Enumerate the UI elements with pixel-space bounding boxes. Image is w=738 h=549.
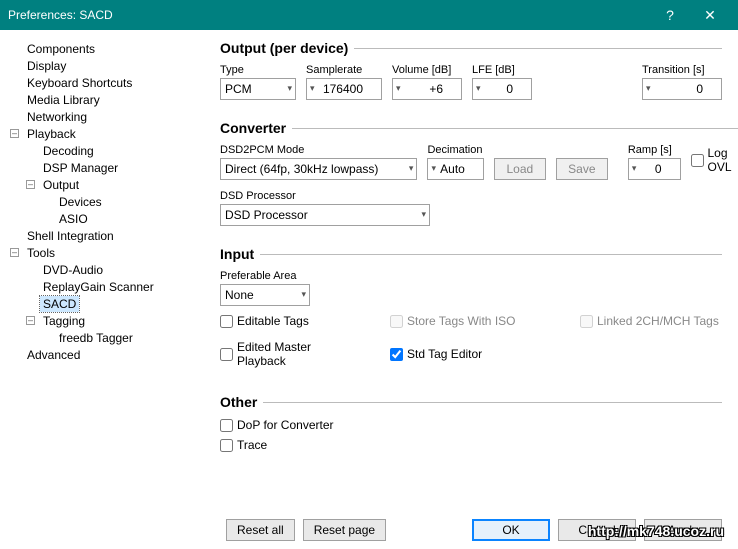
window-title: Preferences: SACD [8,8,650,22]
linked-tags-checkbox: Linked 2CH/MCH Tags [580,314,719,328]
store-iso-checkbox: Store Tags With ISO [390,314,540,328]
reset-page-button[interactable]: Reset page [303,519,386,541]
tree-devices[interactable]: Devices [10,193,204,210]
close-button[interactable]: ✕ [690,0,730,30]
tree-shell[interactable]: Shell Integration [10,227,204,244]
volume-input[interactable]: ▾+6 [392,78,462,100]
type-label: Type [220,64,296,76]
tree-sacd[interactable]: SACD [10,295,204,312]
dsd2pcm-mode-select[interactable]: Direct (64fp, 30kHz lowpass)▾ [220,158,417,180]
output-section: Output (per device) Type PCM▾ Samplerate… [220,40,722,106]
dop-checkbox[interactable]: DoP for Converter [220,418,722,432]
dsd-processor-label: DSD Processor [220,190,430,202]
samplerate-label: Samplerate [306,64,382,76]
settings-panel: Output (per device) Type PCM▾ Samplerate… [210,30,738,549]
section-title: Output (per device) [220,40,354,56]
titlebar: Preferences: SACD ? ✕ [0,0,738,30]
dsd-processor-select[interactable]: DSD Processor▾ [220,204,430,226]
help-button[interactable]: ? [650,0,690,30]
transition-label: Transition [s] [642,64,722,76]
chevron-down-icon: ▾ [646,83,651,94]
converter-section: Converter DSD2PCM Mode Direct (64fp, 30k… [220,120,738,232]
tree-dvda[interactable]: DVD-Audio [10,261,204,278]
collapse-icon[interactable]: – [10,129,19,138]
lfe-input[interactable]: ▾0 [472,78,532,100]
tree-display[interactable]: Display [10,57,204,74]
preferable-area-select[interactable]: None▾ [220,284,310,306]
samplerate-select[interactable]: ▾176400 [306,78,382,100]
save-button: Save [556,158,608,180]
tree-asio[interactable]: ASIO [10,210,204,227]
ramp-input[interactable]: ▾0 [628,158,681,180]
tree-output[interactable]: –Output [10,176,204,193]
tree-networking[interactable]: Networking [10,108,204,125]
log-ovl-checkbox[interactable]: Log OVL [691,146,738,174]
section-title: Input [220,246,260,262]
volume-label: Volume [dB] [392,64,462,76]
lfe-label: LFE [dB] [472,64,532,76]
section-title: Converter [220,120,292,136]
tree-tools[interactable]: –Tools [10,244,204,261]
tree-advanced[interactable]: Advanced [10,346,204,363]
ramp-label: Ramp [s] [628,144,681,156]
preferences-tree: Components Display Keyboard Shortcuts Me… [0,30,210,549]
collapse-icon[interactable]: – [26,180,35,189]
area-label: Preferable Area [220,270,310,282]
tree-rgs[interactable]: ReplayGain Scanner [10,278,204,295]
reset-all-button[interactable]: Reset all [226,519,295,541]
trace-checkbox[interactable]: Trace [220,438,722,452]
ok-button[interactable]: OK [472,519,550,541]
chevron-down-icon: ▾ [287,83,292,94]
collapse-icon[interactable]: – [26,316,35,325]
decimation-input: ▾Auto [427,158,483,180]
collapse-icon[interactable]: – [10,248,19,257]
chevron-down-icon: ▾ [632,163,637,174]
chevron-down-icon: ▾ [431,163,436,174]
std-tag-editor-checkbox[interactable]: Std Tag Editor [390,340,482,368]
apply-button[interactable]: Apply [644,519,722,541]
tree-playback[interactable]: –Playback [10,125,204,142]
chevron-down-icon: ▾ [409,163,414,174]
dialog-buttons: Reset all Reset page OK Cancel Apply [226,519,722,541]
type-select[interactable]: PCM▾ [220,78,296,100]
tree-media[interactable]: Media Library [10,91,204,108]
tree-components[interactable]: Components [10,40,204,57]
tree-freedb[interactable]: freedb Tagger [10,329,204,346]
section-title: Other [220,394,263,410]
chevron-down-icon: ▾ [396,83,401,94]
mode-label: DSD2PCM Mode [220,144,417,156]
tree-keyboard[interactable]: Keyboard Shortcuts [10,74,204,91]
chevron-down-icon: ▾ [421,209,426,220]
editable-tags-checkbox[interactable]: Editable Tags [220,314,350,328]
chevron-down-icon: ▾ [301,289,306,300]
decimation-label: Decimation [427,144,483,156]
chevron-down-icon: ▾ [310,83,315,94]
tree-decoding[interactable]: Decoding [10,142,204,159]
chevron-down-icon: ▾ [476,83,481,94]
cancel-button[interactable]: Cancel [558,519,636,541]
tree-tagging[interactable]: –Tagging [10,312,204,329]
tree-dsp[interactable]: DSP Manager [10,159,204,176]
transition-input[interactable]: ▾0 [642,78,722,100]
load-button: Load [494,158,546,180]
edited-master-checkbox[interactable]: Edited Master Playback [220,340,350,368]
other-section: Other DoP for Converter Trace [220,394,722,458]
input-section: Input Preferable Area None▾ Editable Tag… [220,246,722,380]
